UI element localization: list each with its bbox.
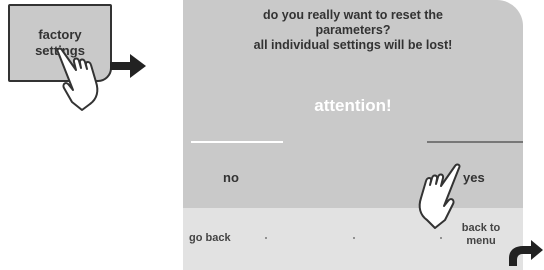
warning-line-3: all individual settings will be lost! bbox=[253, 38, 453, 52]
yes-selection-line bbox=[427, 141, 523, 143]
factory-settings-label-1: factory bbox=[38, 27, 82, 42]
bottom-navigation-bar: go back back to menu bbox=[183, 208, 523, 270]
curved-arrow-icon bbox=[509, 240, 543, 266]
warning-message: do you really want to reset the paramete… bbox=[183, 8, 523, 53]
no-selection-line bbox=[191, 141, 283, 143]
go-back-button[interactable]: go back bbox=[189, 232, 231, 245]
arrow-right-icon bbox=[110, 54, 146, 78]
warning-line-1: do you really want to reset the bbox=[263, 8, 443, 22]
no-button[interactable]: no bbox=[223, 170, 239, 185]
warning-line-2: parameters? bbox=[315, 23, 391, 37]
attention-label: attention! bbox=[314, 96, 392, 115]
page-dot bbox=[265, 237, 267, 239]
page-dot bbox=[440, 237, 442, 239]
reset-confirmation-screen: do you really want to reset the paramete… bbox=[183, 0, 523, 270]
back-to-menu-label-2: menu bbox=[466, 235, 496, 247]
hand-pointer-icon bbox=[56, 47, 99, 111]
hand-pointer-icon bbox=[418, 163, 461, 229]
page-dot bbox=[353, 237, 355, 239]
